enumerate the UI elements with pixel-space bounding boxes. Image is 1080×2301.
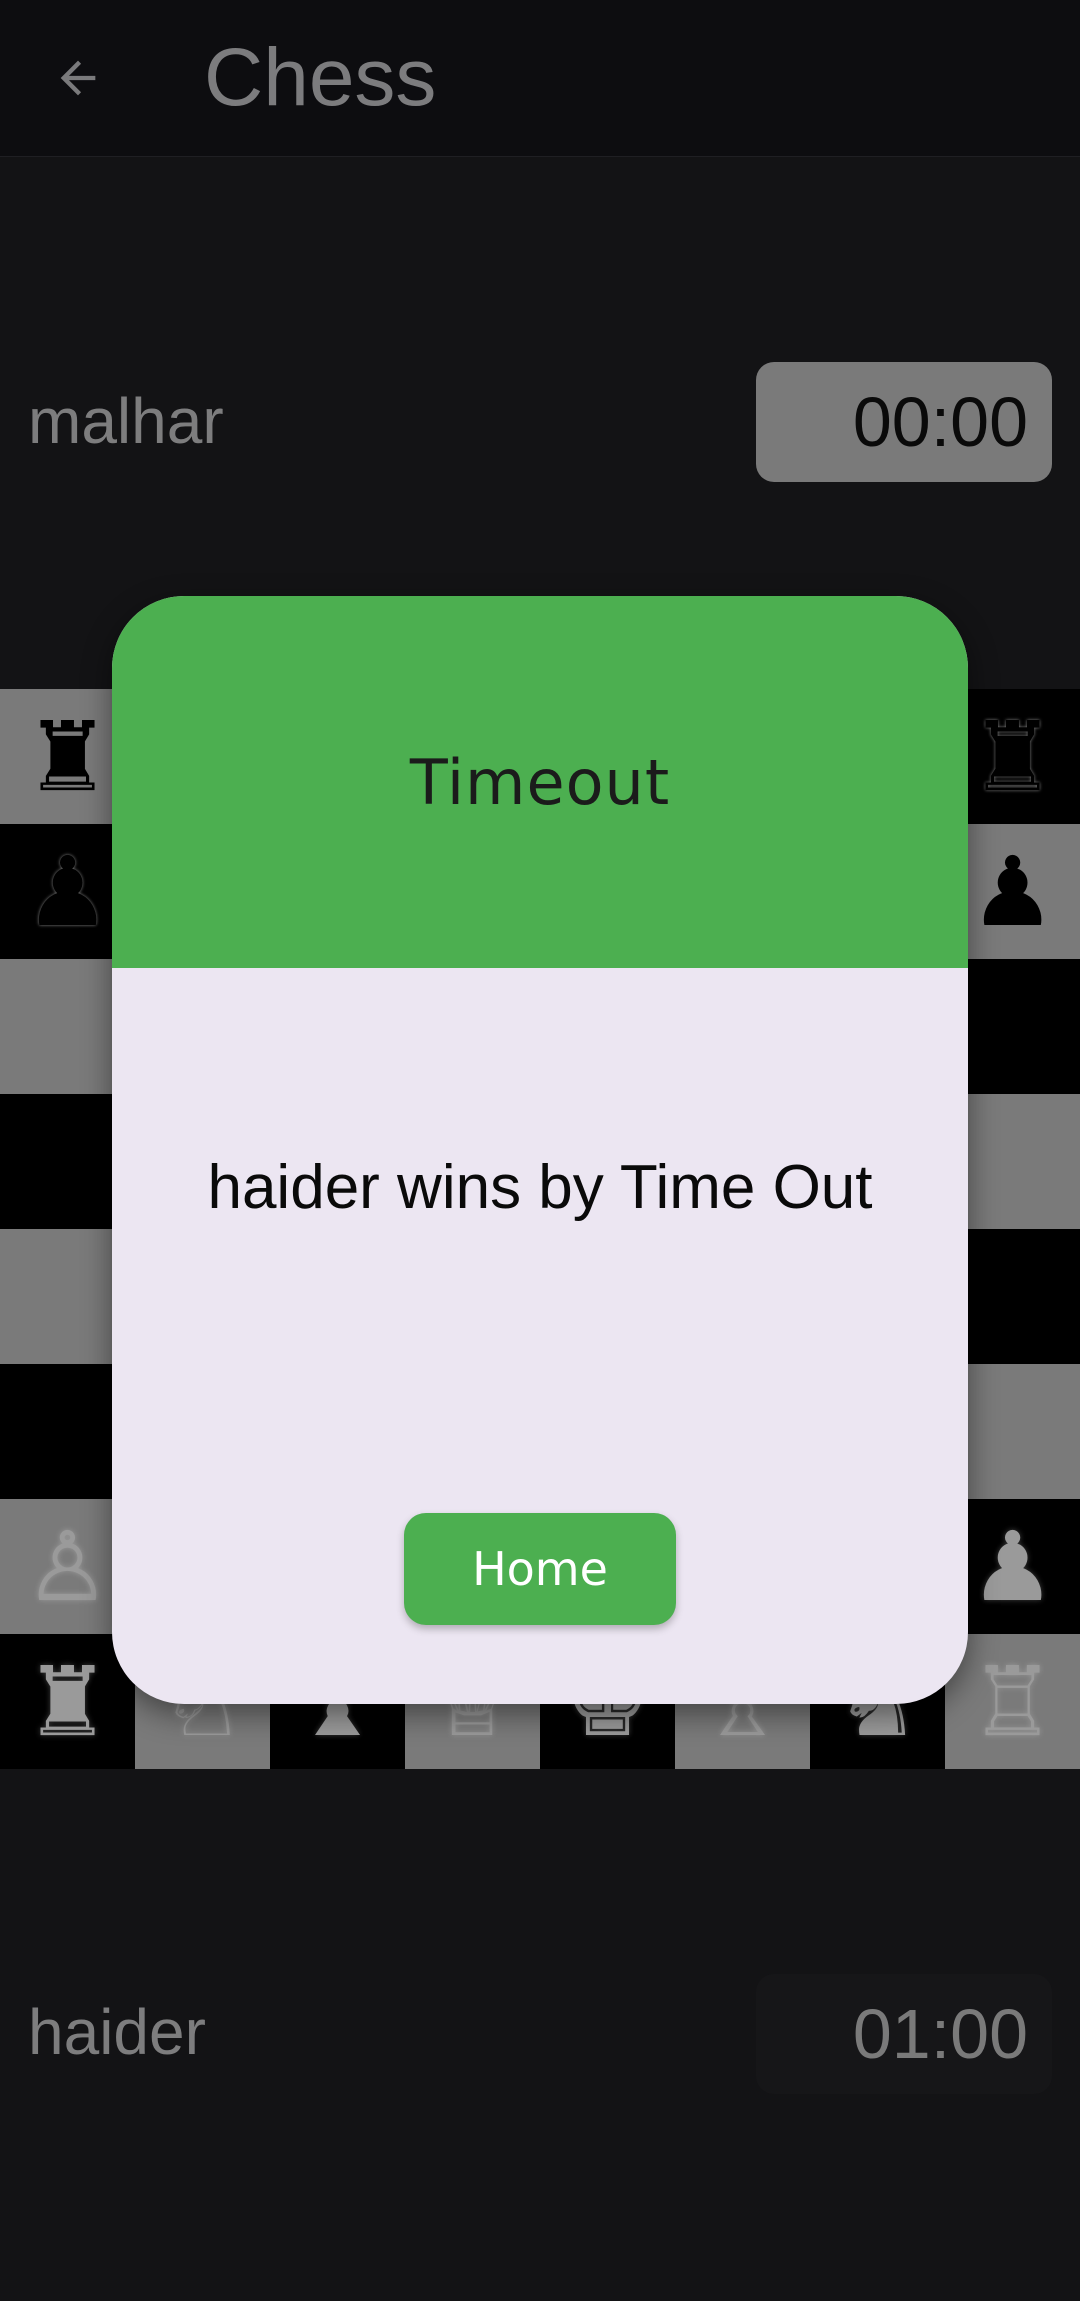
dialog-title: Timeout <box>409 745 671 819</box>
timeout-dialog: Timeout haider wins by Time Out Home <box>112 596 968 1704</box>
dialog-header: Timeout <box>112 596 968 968</box>
dialog-message: haider wins by Time Out <box>207 1153 873 1222</box>
home-button[interactable]: Home <box>404 1513 676 1625</box>
